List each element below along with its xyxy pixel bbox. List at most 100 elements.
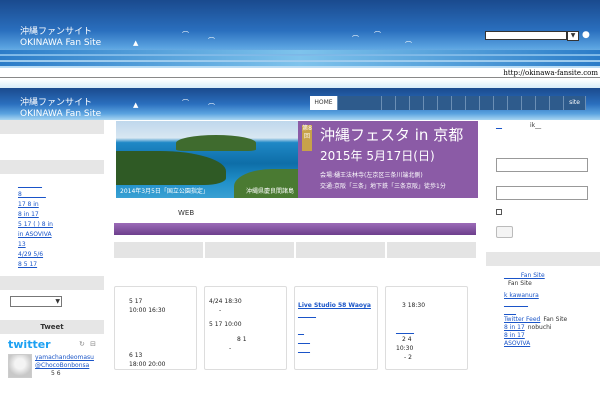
photo-place: 沖縄県慶良間諸島 xyxy=(245,188,294,195)
card-line: - xyxy=(219,307,222,314)
venue-link[interactable]: Live Studio 58 Waoya xyxy=(298,302,371,309)
sidebar-link[interactable]: _____ Fan Site xyxy=(504,272,600,280)
card-line: 5 17 xyxy=(129,298,143,305)
event-link[interactable]: in ASOVIVA xyxy=(18,230,104,239)
card-line: 8 1 xyxy=(237,336,247,343)
nav-item[interactable] xyxy=(536,96,550,110)
event-card: 3 18:30 ______ 2 4 10:30 - 2 xyxy=(385,286,468,370)
chevron-down-icon: ▼ xyxy=(570,32,576,39)
search-dropdown[interactable]: ▼ xyxy=(567,31,579,41)
event-link[interactable]: 8 5 17 xyxy=(18,260,104,269)
twitter-heading: Tweet xyxy=(0,320,104,334)
card-line: 10:00 16:30 xyxy=(129,307,166,314)
email-field[interactable] xyxy=(496,186,588,200)
event-link[interactable]: 13 xyxy=(18,240,104,249)
sidebar-link[interactable]: ASOVIVA xyxy=(504,340,600,348)
category-tab[interactable] xyxy=(114,242,203,258)
remember-checkbox[interactable] xyxy=(496,209,502,215)
seagull-icon: ⌒ xyxy=(182,99,189,107)
nav-item[interactable] xyxy=(382,96,396,110)
nav-item[interactable] xyxy=(396,96,410,110)
card-line: 6 13 xyxy=(129,352,143,359)
nav-site[interactable]: site xyxy=(564,96,586,110)
twitter-feed-link[interactable]: Twitter Feed xyxy=(504,316,540,324)
card-link[interactable]: ____ xyxy=(298,336,377,345)
site-title-jp: 沖縄ファンサイト xyxy=(20,27,93,37)
event-link[interactable]: 8 in 17 xyxy=(18,210,104,219)
nav-item[interactable] xyxy=(452,96,466,110)
festa-date: 2015年 5月17日(日) xyxy=(320,149,435,163)
nav-item[interactable] xyxy=(338,96,382,110)
nav-item[interactable] xyxy=(410,96,424,110)
nav-home[interactable]: HOME xyxy=(310,96,338,110)
site-title-secondary[interactable]: 沖縄ファンサイト OKINAWA Fan Site xyxy=(20,98,101,120)
event-link[interactable]: 5 17 ( ) 8 in xyxy=(18,220,104,229)
nav-item[interactable] xyxy=(494,96,508,110)
sidebar-link[interactable]: 8 in 17 xyxy=(504,332,600,340)
island-shape xyxy=(116,151,226,185)
card-line: 5 17 10:00 xyxy=(209,321,242,328)
category-tab[interactable] xyxy=(205,242,294,258)
card-line: 3 18:30 xyxy=(402,302,426,309)
twitter-logo[interactable]: twitter xyxy=(8,338,51,351)
seagull-icon: ⌒ xyxy=(208,103,215,111)
event-link[interactable]: ________ xyxy=(18,180,104,189)
name-field[interactable] xyxy=(496,158,588,172)
sidebar-heading xyxy=(0,120,104,134)
event-banner[interactable]: 2014年3月5日「国立公園指定」 沖縄県慶良間諸島 第8回 沖縄フェスタ in… xyxy=(116,121,478,198)
sidebar-heading xyxy=(486,252,600,266)
form-link[interactable]: __ xyxy=(496,122,502,129)
nav-item[interactable] xyxy=(424,96,438,110)
category-tab[interactable] xyxy=(387,242,476,258)
photo-caption: 2014年3月5日「国立公園指定」 xyxy=(120,188,209,195)
sidebar-link[interactable]: ________ xyxy=(504,300,600,308)
card-link[interactable]: ______ xyxy=(396,326,467,335)
nav-item[interactable] xyxy=(438,96,452,110)
site-title-en: OKINAWA Fan Site xyxy=(20,109,102,119)
minimize-icon[interactable]: ⊟ xyxy=(90,340,96,348)
archive-dropdown[interactable]: ▼ xyxy=(10,296,62,307)
event-link[interactable]: 4/29 5/6 xyxy=(18,250,104,259)
search-submit-button[interactable]: ● xyxy=(582,30,590,40)
refresh-icon[interactable]: ↻ xyxy=(79,340,85,348)
tweet-mention[interactable]: @ChocoBonbonsa xyxy=(35,362,94,370)
nav-item[interactable] xyxy=(508,96,522,110)
tweet-user[interactable]: yamachandeomasu xyxy=(35,354,94,362)
submit-button[interactable] xyxy=(496,226,513,238)
sidebar-heading xyxy=(0,160,104,174)
sidebar-link[interactable]: 8 in 17 xyxy=(504,324,525,332)
site-url[interactable]: http://okinawa-fansite.com xyxy=(503,68,598,78)
event-links: ________ 8________ 17 8 in 8 in 17 5 17 … xyxy=(0,174,104,276)
secondary-header: 沖縄ファンサイト OKINAWA Fan Site ⌒ ⌒ ▲ HOME sit… xyxy=(0,88,600,120)
nav-item[interactable] xyxy=(522,96,536,110)
main-content: 2014年3月5日「国立公園指定」 沖縄県慶良間諸島 第8回 沖縄フェスタ in… xyxy=(104,120,486,400)
card-line: 18:00 20:00 xyxy=(129,361,166,368)
seagull-icon: ⌒ xyxy=(208,37,215,45)
search-input[interactable] xyxy=(485,31,567,40)
nav-item[interactable] xyxy=(550,96,564,110)
card-link[interactable]: ______ xyxy=(298,310,377,319)
sidebar-link[interactable]: k kawanura xyxy=(504,292,600,300)
card-link[interactable]: __ xyxy=(298,327,377,336)
site-title[interactable]: 沖縄ファンサイト OKINAWA Fan Site xyxy=(20,27,101,49)
category-tab[interactable] xyxy=(296,242,385,258)
link-list: _____ Fan Site Fan Site k kawanura _____… xyxy=(486,266,600,348)
event-card: 5 17 10:00 16:30 6 13 18:00 20:00 xyxy=(114,286,197,370)
web-label: WEB xyxy=(178,209,195,217)
archive-box: ▼ xyxy=(0,290,104,320)
avatar[interactable] xyxy=(8,354,32,378)
sidebar-link[interactable]: ____ xyxy=(504,308,600,316)
card-link[interactable]: ____ xyxy=(298,345,377,354)
section-bar xyxy=(114,223,476,235)
nav-item[interactable] xyxy=(466,96,480,110)
festa-venue: 会場:樋王法林寺(左京区三条川端北側) xyxy=(320,172,423,179)
seagull-icon: ⌒ xyxy=(374,31,381,39)
nav-item[interactable] xyxy=(480,96,494,110)
card-line: 2 4 xyxy=(402,336,412,343)
event-link[interactable]: 8________ xyxy=(18,190,104,199)
event-link[interactable]: 17 8 in xyxy=(18,200,104,209)
seagull-icon: ⌒ xyxy=(182,31,189,39)
